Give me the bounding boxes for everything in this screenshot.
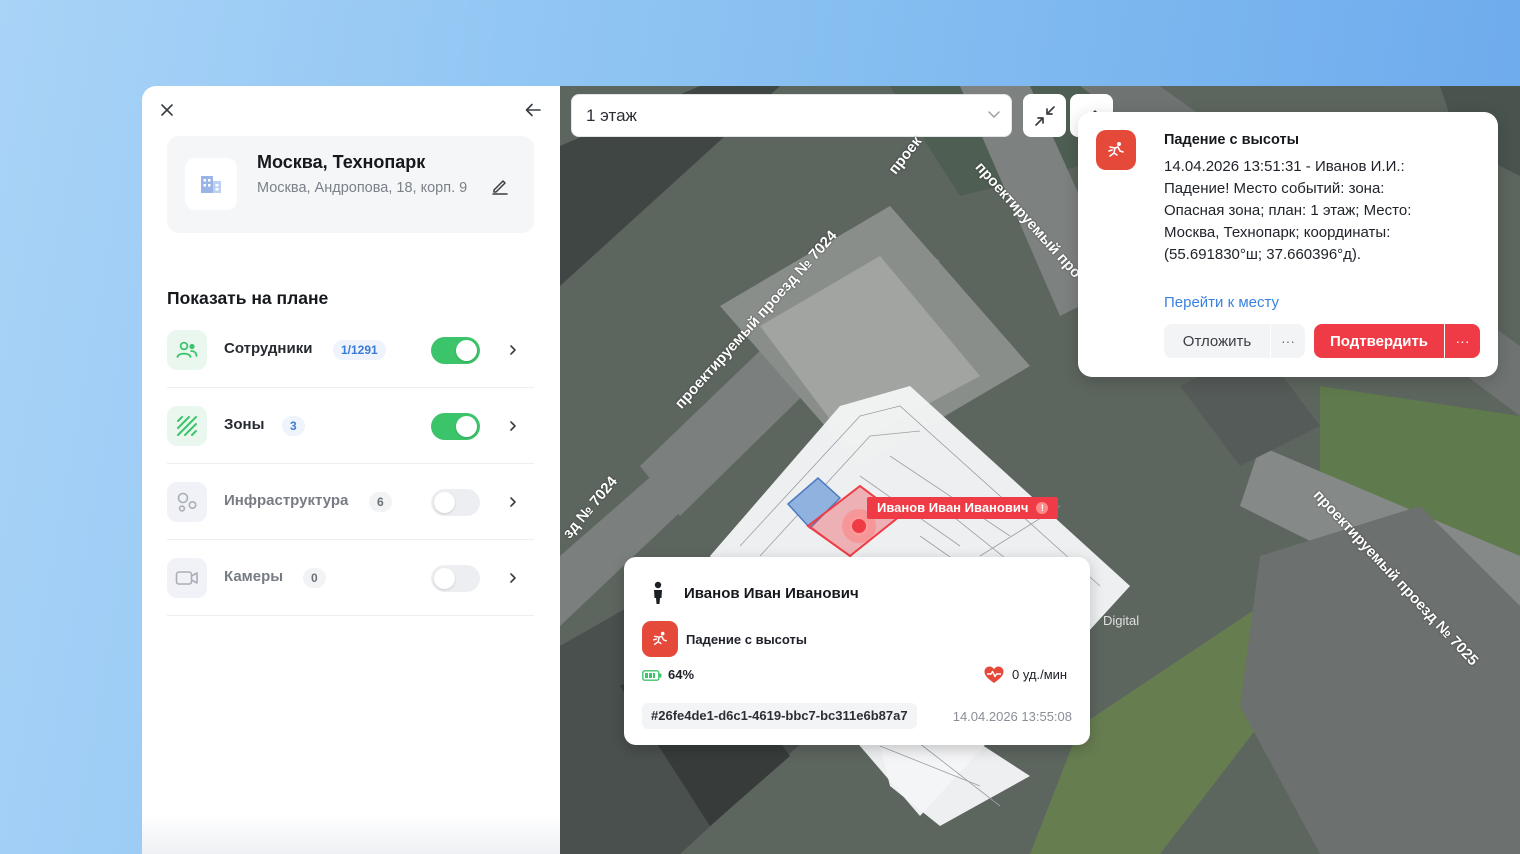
worker-marker[interactable] <box>850 517 868 535</box>
collapse-icon <box>1034 105 1055 126</box>
panel-fade <box>142 814 560 854</box>
chevron-right-icon <box>506 494 520 510</box>
infrastructure-icon <box>167 482 207 522</box>
layer-row-infrastructure[interactable]: Инфраструктура 6 <box>167 464 534 540</box>
go-to-place-link[interactable]: Перейти к месту <box>1164 294 1279 311</box>
worker-name: Иванов Иван Иванович <box>684 585 859 602</box>
layer-label: Камеры <box>224 568 284 585</box>
zones-icon <box>167 406 207 446</box>
chevron-right-icon <box>506 570 520 586</box>
section-title: Показать на плане <box>167 288 329 308</box>
fall-event-icon <box>642 621 678 657</box>
floor-select-value: 1 этаж <box>586 106 637 125</box>
back-button[interactable] <box>519 96 547 124</box>
layer-label: Зоны <box>224 416 265 433</box>
layer-label: Сотрудники <box>224 340 313 357</box>
users-icon <box>167 330 207 370</box>
alert-title: Падение с высоты <box>1164 132 1299 148</box>
worker-map-label[interactable]: Иванов Иван Иванович ! <box>867 497 1059 519</box>
alert-message: 14.04.2026 13:51:31 - Иванов И.И.: Паден… <box>1164 158 1412 263</box>
layer-row-zones[interactable]: Зоны 3 <box>167 388 534 464</box>
confirm-button[interactable]: Подтвердить <box>1314 324 1444 358</box>
map-watermark: Digital <box>1103 613 1140 628</box>
battery-icon <box>642 670 662 681</box>
site-card: Москва, Технопарк Москва, Андропова, 18,… <box>167 136 534 233</box>
arrow-left-icon <box>525 103 541 117</box>
worker-card: Иванов Иван Иванович Падение с высоты 64… <box>624 557 1090 745</box>
confirm-more-button[interactable]: ··· <box>1445 324 1480 358</box>
chevron-right-icon <box>506 342 520 358</box>
collapse-map-button[interactable] <box>1023 94 1066 137</box>
layer-row-cameras[interactable]: Камеры 0 <box>167 540 534 616</box>
count-badge: 3 <box>282 416 305 436</box>
floor-select[interactable]: 1 этаж <box>571 94 1012 137</box>
count-badge: 0 <box>303 568 326 588</box>
layer-label: Инфраструктура <box>224 492 349 509</box>
person-icon <box>654 581 662 604</box>
event-label: Падение с высоты <box>686 632 807 647</box>
heart-rate-value: 0 уд./мин <box>1012 667 1068 682</box>
heart-rate-icon <box>984 666 1004 683</box>
chevron-right-icon <box>506 418 520 434</box>
alert-notification: Падение с высоты 14.04.2026 13:51:31 - И… <box>1078 112 1498 377</box>
postpone-more-button[interactable]: ··· <box>1271 324 1305 358</box>
edit-site-button[interactable] <box>488 174 512 198</box>
layer-row-employees[interactable]: Сотрудники 1/1291 <box>167 312 534 388</box>
edit-icon <box>492 180 508 195</box>
close-icon <box>161 104 173 116</box>
battery-level: 64% <box>668 667 695 682</box>
count-badge: 1/1291 <box>333 340 386 360</box>
fall-alert-icon <box>1096 130 1136 170</box>
employees-toggle[interactable] <box>431 337 480 364</box>
count-badge: 6 <box>369 492 392 512</box>
postpone-button[interactable]: Отложить <box>1164 324 1270 358</box>
site-title: Москва, Технопарк <box>257 152 426 172</box>
side-panel: Москва, Технопарк Москва, Андропова, 18,… <box>142 86 560 854</box>
site-address: Москва, Андропова, 18, корп. 9 <box>257 180 468 196</box>
cameras-toggle[interactable] <box>431 565 480 592</box>
chevron-down-icon <box>988 111 1000 119</box>
infrastructure-toggle[interactable] <box>431 489 480 516</box>
close-button[interactable] <box>153 96 181 124</box>
building-icon <box>185 158 237 210</box>
worker-map-name: Иванов Иван Иванович <box>877 500 1029 515</box>
alert-mark-icon: ! <box>1036 502 1049 514</box>
camera-icon <box>167 558 207 598</box>
event-timestamp: 14.04.2026 13:55:08 <box>952 709 1072 724</box>
device-id: #26fe4de1-d6c1-4619-bbc7-bc311e6b87a7 <box>642 703 917 729</box>
zones-toggle[interactable] <box>431 413 480 440</box>
